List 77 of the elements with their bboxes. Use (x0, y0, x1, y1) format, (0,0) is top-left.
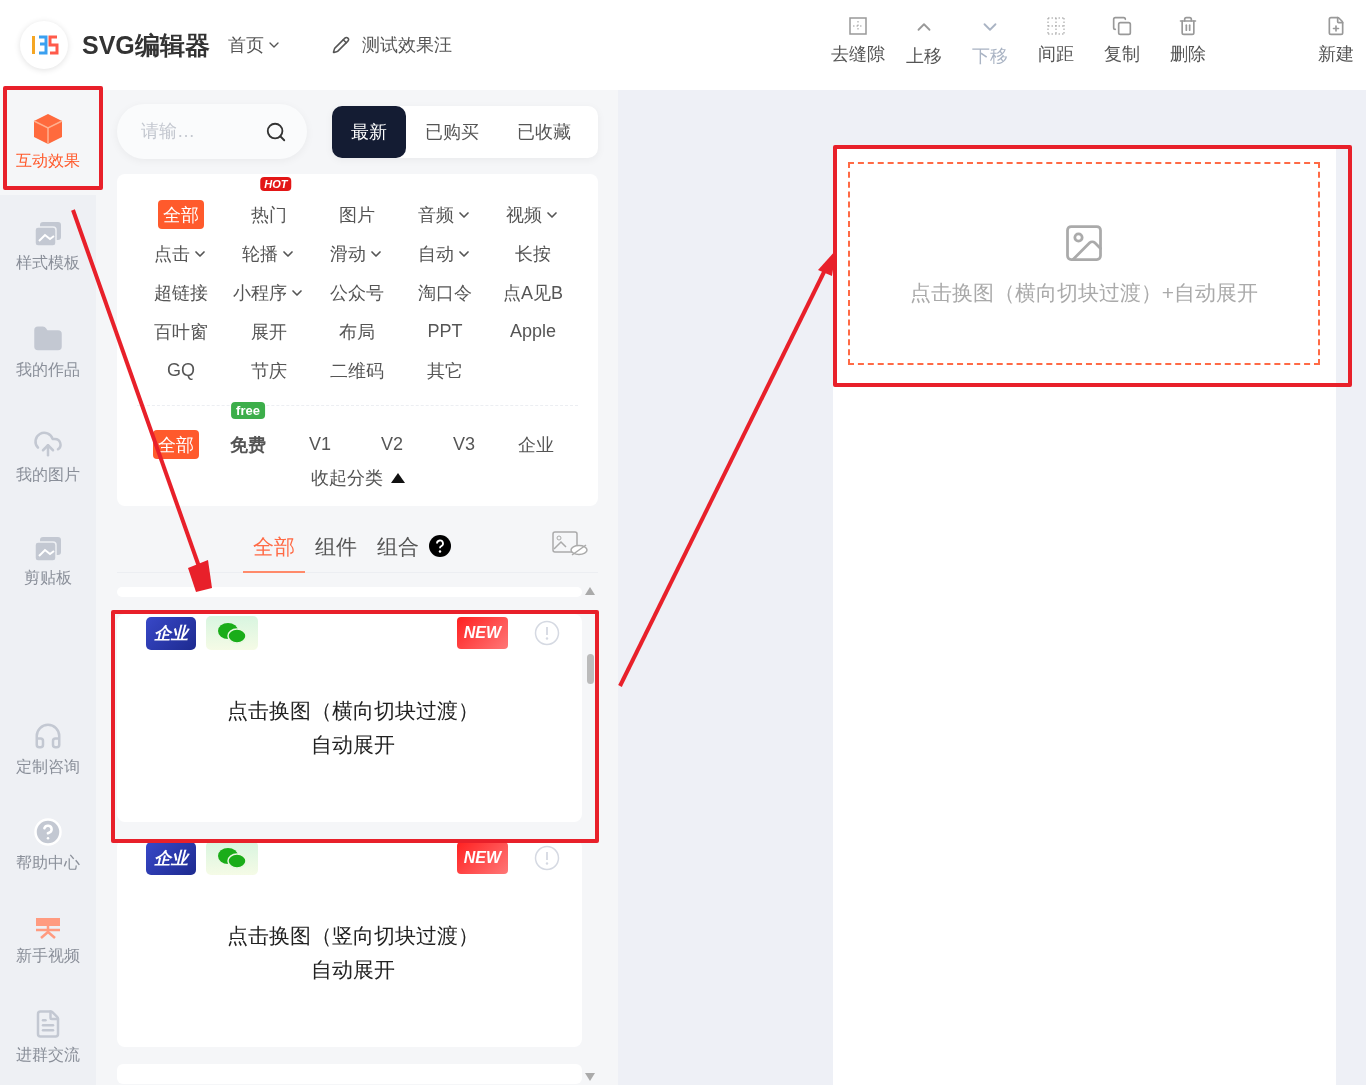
version-tag[interactable]: 免费 (225, 430, 271, 459)
toolbar-button[interactable]: 上移 (894, 16, 954, 68)
filter-tab[interactable]: 最新 (332, 105, 406, 158)
cloud-upload-icon (33, 429, 63, 459)
toolbar-button[interactable]: 复制 (1092, 16, 1152, 66)
toolbar-button[interactable]: 间距 (1026, 16, 1086, 66)
cube-icon (33, 113, 63, 145)
category-tag[interactable]: 超链接 (149, 278, 213, 307)
version-tag[interactable]: V2 (376, 430, 408, 459)
category-tag[interactable]: 滑动 (325, 239, 389, 268)
category-tag[interactable]: 音频 (413, 200, 477, 229)
toolbar-button[interactable]: 删除 (1158, 16, 1218, 66)
filter-tab[interactable]: 已购买 (406, 105, 498, 158)
new-badge: NEW (456, 842, 508, 874)
dotted-square-icon (848, 16, 868, 36)
category-tag[interactable]: 点击 (149, 239, 213, 268)
wechat-icon (206, 841, 258, 875)
scroll-thumb[interactable] (586, 654, 594, 684)
category-tag[interactable]: 图片 (334, 200, 380, 229)
version-tag[interactable]: V3 (448, 430, 480, 459)
placeholder-text: 点击换图（横向切块过渡）+自动展开 (909, 279, 1259, 306)
tier-badge: 企业 (146, 841, 196, 875)
category-tag[interactable]: 布局 (334, 317, 380, 346)
tier-badge: 企业 (146, 616, 196, 650)
hide-image-icon[interactable] (552, 531, 588, 557)
filter-tab[interactable]: 已收藏 (498, 105, 590, 158)
category-tag[interactable]: 热门 (246, 200, 292, 229)
pencil-icon (331, 36, 350, 54)
help-icon (429, 535, 451, 557)
collapse-button[interactable]: 收起分类 (310, 466, 405, 490)
image-card-icon (34, 536, 62, 562)
toolbar-button[interactable]: 去缝隙 (828, 16, 888, 66)
version-tag[interactable]: 企业 (513, 430, 559, 459)
file-plus-icon (1326, 16, 1346, 36)
presentation-icon (35, 915, 61, 940)
template-card[interactable]: 企业 NEW 点击换图（横向切块过渡） 自动展开 (117, 614, 582, 822)
category-tag[interactable]: 二维码 (325, 356, 389, 385)
card-title: 点击换图（横向切块过渡） 自动展开 (226, 698, 480, 758)
info-icon[interactable] (534, 620, 560, 646)
content-tab[interactable]: 组合 (367, 519, 429, 573)
hot-badge: HOT (260, 177, 292, 191)
info-icon[interactable] (534, 845, 560, 871)
free-badge: free (231, 402, 265, 419)
category-tag[interactable]: GQ (162, 356, 200, 385)
category-tag[interactable]: 百叶窗 (149, 317, 213, 346)
new-badge: NEW (456, 617, 508, 649)
category-tag[interactable]: 淘口令 (413, 278, 477, 307)
content-tab[interactable]: 组件 (305, 519, 367, 573)
scroll-down-icon[interactable] (585, 1073, 595, 1081)
category-tag[interactable]: 节庆 (246, 356, 292, 385)
category-tag[interactable]: 点A见B (498, 278, 568, 307)
triangle-up-icon (390, 473, 405, 483)
category-tag[interactable]: 视频 (501, 200, 565, 229)
version-tag[interactable]: V1 (304, 430, 336, 459)
trash-icon (1178, 16, 1198, 36)
category-tag[interactable]: Apple (504, 317, 561, 346)
image-card-icon (34, 221, 62, 247)
search-icon (265, 120, 287, 143)
wechat-icon (206, 616, 258, 650)
category-tag[interactable]: 自动 (413, 239, 477, 268)
document-title: 测试效果汪 (361, 34, 452, 57)
app-title: SVG编辑器 (82, 29, 210, 61)
category-tag[interactable]: 小程序 (228, 278, 310, 307)
category-tag[interactable]: 公众号 (325, 278, 389, 307)
copy-icon (1112, 16, 1132, 36)
category-tag[interactable]: PPT (422, 317, 468, 346)
help-icon (33, 816, 63, 847)
home-menu[interactable]: 首页 (227, 33, 282, 57)
logo-icon (20, 21, 68, 69)
toolbar-button[interactable]: 新建 (1306, 16, 1366, 66)
card-title: 点击换图（竖向切块过渡） 自动展开 (226, 923, 480, 983)
spacing-icon (1046, 16, 1066, 36)
category-tag[interactable]: 轮播 (237, 239, 301, 268)
category-tag[interactable]: 长按 (510, 239, 556, 268)
category-tag[interactable]: 展开 (246, 317, 292, 346)
scroll-up-icon[interactable] (585, 587, 595, 595)
category-tag[interactable]: 其它 (422, 356, 468, 385)
